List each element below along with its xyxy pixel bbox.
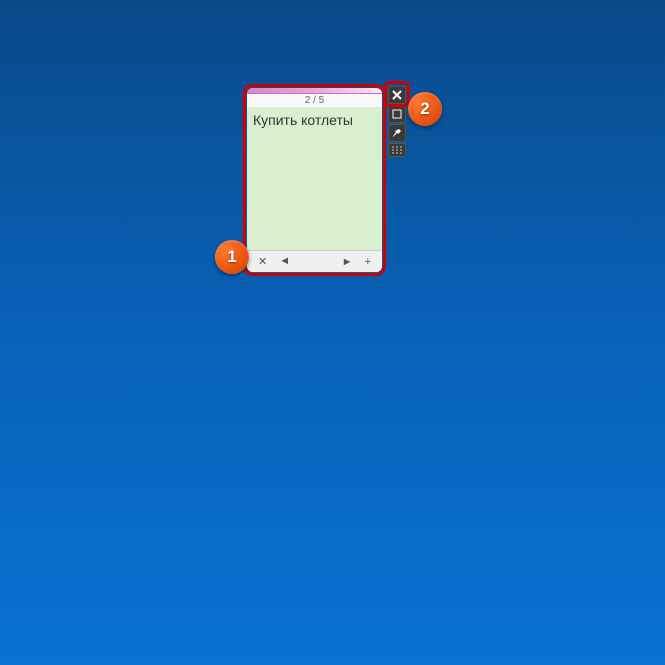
drag-gadget-handle[interactable]: [388, 143, 406, 157]
callout-badge-1: 1: [215, 240, 249, 274]
wrench-icon: [392, 128, 402, 138]
next-note-button[interactable]: ►: [339, 256, 356, 268]
callout-badge-2: 2: [408, 92, 442, 126]
prev-note-button[interactable]: ◄: [276, 255, 293, 268]
gadget-side-controls: [388, 86, 406, 157]
footer-left-group: ✕ ◄: [255, 255, 293, 268]
note-footer: ✕ ◄ ► +: [247, 250, 382, 272]
close-icon: [392, 90, 402, 100]
gadget-body: 2 / 5 Купить котлеты ✕ ◄ ► +: [247, 88, 382, 272]
settings-gadget-button[interactable]: [388, 124, 406, 142]
delete-note-button[interactable]: ✕: [255, 255, 270, 268]
page-indicator: 2 / 5: [247, 94, 382, 107]
resize-icon: [392, 109, 402, 119]
sticky-note-gadget: 2 / 5 Купить котлеты ✕ ◄ ► +: [243, 84, 386, 276]
drag-dots-row: [392, 152, 402, 154]
drag-dots-row: [392, 149, 402, 151]
resize-gadget-button[interactable]: [388, 105, 406, 123]
footer-right-group: ► +: [339, 256, 374, 268]
note-content[interactable]: Купить котлеты: [247, 107, 382, 250]
drag-dots-row: [392, 146, 402, 148]
add-note-button[interactable]: +: [362, 256, 374, 268]
close-gadget-button[interactable]: [388, 86, 406, 104]
